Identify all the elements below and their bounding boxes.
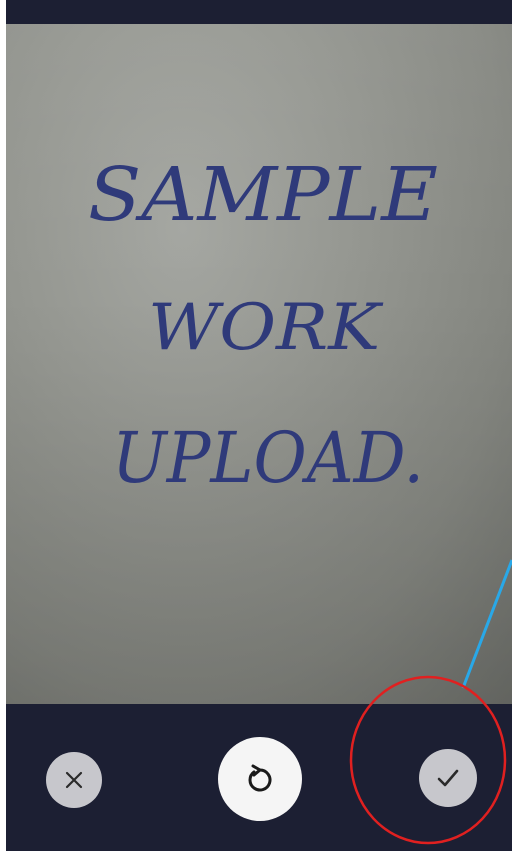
- top-status-bar: [6, 0, 512, 24]
- close-icon: [65, 771, 83, 789]
- cancel-button[interactable]: [46, 752, 102, 808]
- handwritten-line-1: SAMPLE: [88, 152, 438, 238]
- captured-photo: SAMPLE WORK UPLOAD.: [6, 24, 512, 704]
- retake-button[interactable]: [218, 737, 302, 821]
- handwritten-line-2: WORK: [148, 291, 383, 365]
- handwritten-text: SAMPLE WORK UPLOAD.: [88, 152, 438, 499]
- rotate-icon: [248, 764, 272, 792]
- camera-preview-screen: SAMPLE WORK UPLOAD.: [0, 0, 512, 851]
- confirm-button[interactable]: [419, 749, 477, 807]
- handwritten-line-3: UPLOAD.: [112, 417, 424, 499]
- checkmark-icon: [437, 769, 459, 787]
